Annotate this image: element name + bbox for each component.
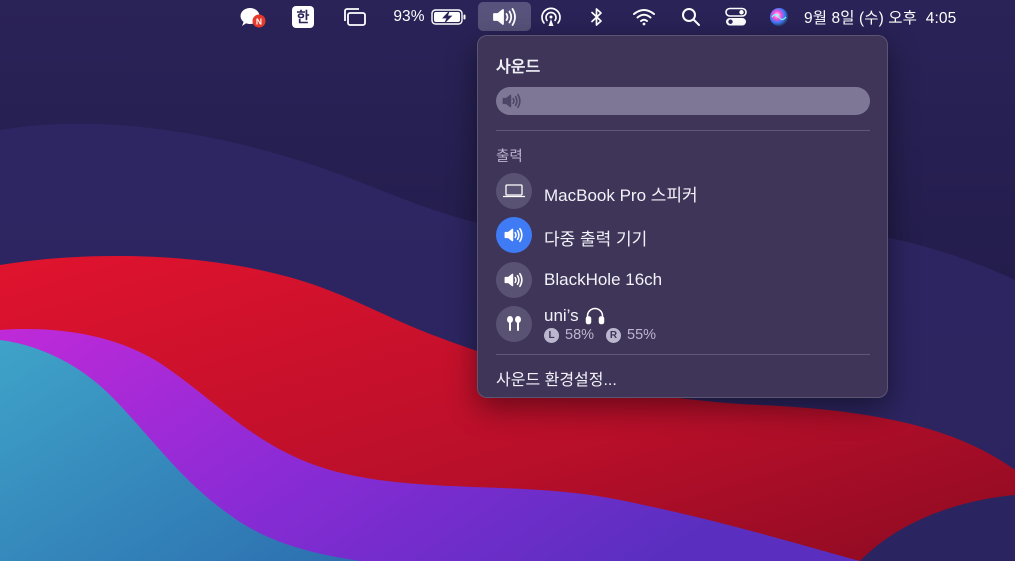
battery-charging-icon[interactable] bbox=[430, 0, 468, 33]
battery-percent: 93% bbox=[393, 7, 425, 25]
kakaotalk-icon[interactable]: N bbox=[236, 0, 270, 33]
airpods-icon bbox=[496, 306, 532, 342]
left-bud-badge: L bbox=[544, 327, 559, 343]
divider bbox=[496, 130, 870, 131]
menu-bar: N 한 93% 9월 8일 (수) 오후 4:05 bbox=[0, 0, 1015, 33]
output-device-label: BlackHole 16ch bbox=[544, 270, 663, 289]
notification-badge: N bbox=[256, 16, 262, 26]
right-bud-badge: R bbox=[606, 327, 622, 343]
left-bud-battery: 58% bbox=[565, 327, 595, 343]
speaker-icon bbox=[496, 217, 532, 253]
output-device-multi-output[interactable]: 다중 출력 기기 bbox=[496, 217, 870, 255]
airdrop-icon[interactable] bbox=[538, 0, 564, 33]
output-device-blackhole[interactable]: BlackHole 16ch bbox=[496, 262, 870, 300]
sound-preferences-link[interactable]: 사운드 환경설정... bbox=[496, 366, 617, 390]
window-switch-icon[interactable] bbox=[341, 0, 369, 33]
menubar-datetime[interactable]: 9월 8일 (수) 오후 4:05 bbox=[804, 6, 956, 28]
volume-low-icon bbox=[501, 93, 523, 114]
output-section-label: 출력 bbox=[496, 149, 523, 165]
output-device-label: 다중 출력 기기 bbox=[544, 230, 648, 249]
wifi-icon[interactable] bbox=[630, 0, 658, 33]
output-device-label: MacBook Pro 스피커 bbox=[544, 186, 698, 205]
speaker-icon bbox=[496, 262, 532, 298]
volume-slider[interactable] bbox=[496, 87, 870, 115]
headphones-icon bbox=[585, 307, 605, 325]
output-device-label: uni’s bbox=[544, 306, 579, 325]
volume-icon[interactable] bbox=[478, 2, 531, 31]
output-device-macbook-speakers[interactable]: MacBook Pro 스피커 bbox=[496, 173, 870, 211]
bluetooth-icon[interactable] bbox=[586, 0, 608, 33]
sound-panel-title: 사운드 bbox=[496, 59, 541, 76]
input-method-icon[interactable]: 한 bbox=[290, 0, 316, 33]
search-icon[interactable] bbox=[678, 0, 704, 33]
input-method-label: 한 bbox=[292, 5, 314, 28]
right-bud-battery: 55% bbox=[627, 327, 657, 343]
airpods-battery: L 58% R 55% bbox=[544, 327, 656, 343]
sound-menu-panel: 사운드 출력 MacBook Pro 스피커 다중 출력 기기 BlackHol… bbox=[477, 35, 888, 398]
laptop-icon bbox=[496, 173, 532, 209]
divider bbox=[496, 354, 870, 355]
control-center-icon[interactable] bbox=[722, 0, 750, 33]
siri-icon[interactable] bbox=[766, 0, 792, 33]
output-device-airpods[interactable]: uni’s L 58% R 55% bbox=[496, 306, 870, 348]
